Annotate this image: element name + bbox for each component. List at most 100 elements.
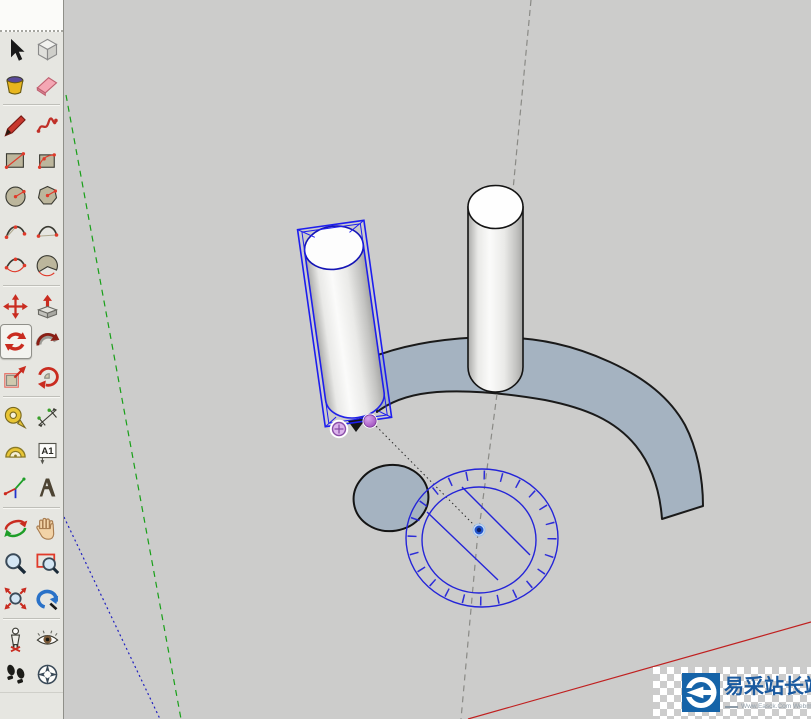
axes-icon bbox=[4, 477, 26, 499]
palette-separator bbox=[3, 285, 60, 287]
tool-orbit-button[interactable] bbox=[0, 511, 32, 546]
tool-line-button[interactable] bbox=[0, 108, 32, 143]
cylinder-body[interactable] bbox=[467, 206, 524, 393]
tool-make-component-button[interactable] bbox=[32, 32, 64, 67]
tool-row bbox=[0, 324, 63, 359]
eraser-icon bbox=[36, 77, 58, 97]
tool-tape-measure-button[interactable] bbox=[0, 400, 32, 435]
previous-icon bbox=[36, 589, 58, 611]
tool-arc-button[interactable] bbox=[0, 213, 32, 248]
circle-icon bbox=[5, 186, 26, 207]
inference-line-dashed-upper bbox=[512, 0, 532, 191]
tool-select-button[interactable] bbox=[0, 32, 32, 67]
watermark: 易采站长站 Www.Easck.Com Webmaster bbox=[653, 667, 811, 719]
tool-position-camera-button[interactable] bbox=[0, 622, 32, 657]
tool-row bbox=[0, 511, 63, 546]
tool-zoom-window-button[interactable] bbox=[32, 546, 64, 581]
move-icon bbox=[3, 294, 29, 319]
3d-text-icon bbox=[39, 478, 56, 497]
tool-section-plane-button[interactable] bbox=[32, 657, 64, 692]
watermark-dash bbox=[725, 705, 738, 708]
text-icon: A1 bbox=[38, 442, 57, 465]
protractor-slash-1 bbox=[461, 486, 531, 556]
tool-push-pull-button[interactable] bbox=[32, 289, 64, 324]
tool-scale-button[interactable] bbox=[0, 359, 32, 394]
protractor-icon bbox=[5, 446, 26, 458]
freehand-icon bbox=[36, 117, 58, 133]
tool-offset-button[interactable] bbox=[32, 359, 64, 394]
tool-protractor-button[interactable] bbox=[0, 435, 32, 470]
watermark-logo bbox=[682, 673, 720, 712]
tool-group: A1 bbox=[0, 400, 63, 505]
rotation-grip-crosshair[interactable] bbox=[329, 419, 349, 439]
tool-freehand-button[interactable] bbox=[32, 108, 64, 143]
inference-line-dashed-lower bbox=[460, 531, 479, 719]
tool-3d-text-button[interactable] bbox=[32, 470, 64, 505]
paint-bucket-icon bbox=[6, 76, 24, 95]
palette-drag-handle[interactable] bbox=[0, 0, 63, 32]
pan-icon bbox=[36, 517, 54, 540]
offset-icon bbox=[37, 367, 59, 389]
section-plane-icon bbox=[37, 664, 58, 685]
cylinder-top-face[interactable] bbox=[467, 184, 524, 230]
tool-zoom-button[interactable] bbox=[0, 546, 32, 581]
tool-circle-button[interactable] bbox=[0, 178, 32, 213]
tool-three-point-arc-button[interactable] bbox=[0, 248, 32, 283]
tool-rotated-rectangle-button[interactable] bbox=[32, 143, 64, 178]
tool-follow-me-button[interactable] bbox=[32, 324, 64, 359]
line-icon bbox=[4, 115, 27, 137]
protractor-inner-ring bbox=[421, 486, 537, 594]
rotated-rectangle-icon bbox=[37, 153, 56, 169]
tool-polygon-button[interactable] bbox=[32, 178, 64, 213]
tool-zoom-extents-button[interactable] bbox=[0, 581, 32, 616]
tool-row bbox=[0, 581, 63, 616]
tool-group bbox=[0, 622, 63, 692]
tool-rotate-button[interactable] bbox=[0, 324, 32, 359]
tool-rectangle-button[interactable] bbox=[0, 143, 32, 178]
selected-cylinder[interactable] bbox=[296, 219, 393, 428]
selected-cylinder-body[interactable] bbox=[303, 242, 387, 422]
push-pull-icon bbox=[36, 294, 58, 319]
svg-text:A1: A1 bbox=[41, 446, 54, 457]
zoom-icon bbox=[5, 553, 27, 575]
tool-text-button[interactable]: A1 bbox=[32, 435, 64, 470]
tool-pan-button[interactable] bbox=[32, 511, 64, 546]
tool-two-point-arc-button[interactable] bbox=[32, 213, 64, 248]
tool-group bbox=[0, 108, 63, 283]
easck-logo-icon bbox=[682, 676, 717, 709]
tool-walk-button[interactable] bbox=[0, 657, 32, 692]
tool-eraser-button[interactable] bbox=[32, 67, 64, 102]
inference-line-dashed-mid bbox=[478, 393, 498, 530]
tool-previous-button[interactable] bbox=[32, 581, 64, 616]
protractor-ticks bbox=[407, 470, 557, 606]
follow-me-icon bbox=[35, 332, 60, 346]
tool-group bbox=[0, 289, 63, 394]
dimension-icon bbox=[37, 407, 57, 428]
tool-row bbox=[0, 248, 63, 283]
tool-axes-button[interactable] bbox=[0, 470, 32, 505]
tool-row bbox=[0, 289, 63, 324]
palette-separator bbox=[3, 396, 60, 398]
tool-group bbox=[0, 32, 63, 102]
tool-move-button[interactable] bbox=[0, 289, 32, 324]
rectangle-icon bbox=[5, 152, 26, 169]
pie-icon bbox=[36, 255, 58, 277]
tool-dimension-button[interactable] bbox=[32, 400, 64, 435]
look-around-icon bbox=[36, 630, 59, 645]
polygon-icon bbox=[37, 185, 57, 205]
watermark-subtitle: Www.Easck.Com Webmaster bbox=[725, 703, 811, 710]
tool-look-around-button[interactable] bbox=[32, 622, 64, 657]
cylinder[interactable] bbox=[467, 184, 524, 393]
tool-row bbox=[0, 546, 63, 581]
rotation-grip-point[interactable] bbox=[362, 413, 378, 429]
tool-row bbox=[0, 143, 63, 178]
tool-palette: A1 bbox=[0, 0, 64, 719]
drawing-canvas[interactable] bbox=[64, 0, 811, 719]
tool-row bbox=[0, 657, 63, 692]
make-component-icon bbox=[37, 38, 58, 61]
protractor-outer-ring bbox=[405, 468, 559, 608]
green-axis-line bbox=[65, 94, 182, 719]
tool-paint-bucket-button[interactable] bbox=[0, 67, 32, 102]
tool-pie-button[interactable] bbox=[32, 248, 64, 283]
orbit-icon bbox=[4, 519, 28, 538]
